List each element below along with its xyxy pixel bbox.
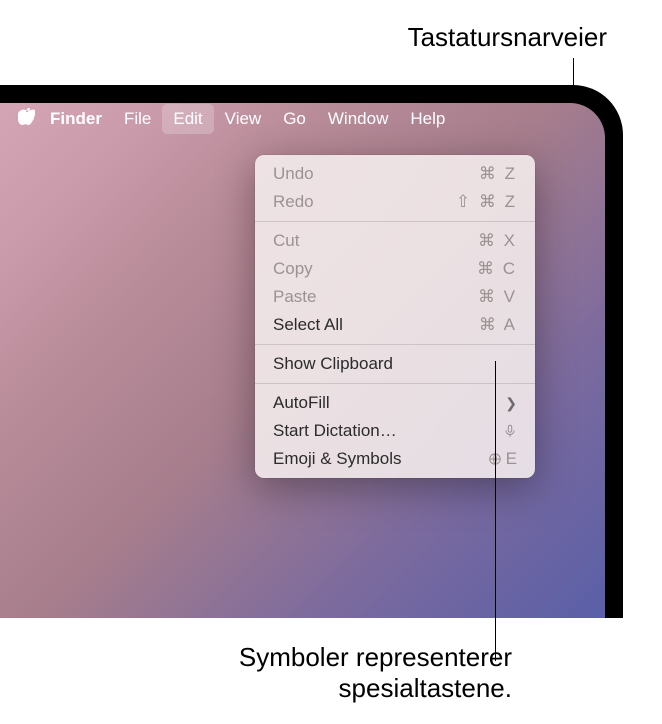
menu-item-undo[interactable]: Undo ⌘ Z (255, 160, 535, 188)
menu-shortcut: ⌘ C (477, 259, 517, 279)
menu-shortcut (503, 424, 517, 438)
menubar-app-name[interactable]: Finder (39, 104, 113, 134)
menubar-view[interactable]: View (214, 104, 273, 134)
menu-item-emoji-symbols[interactable]: Emoji & Symbols E (255, 445, 535, 473)
menu-label: AutoFill (273, 393, 330, 413)
menubar-file[interactable]: File (113, 104, 162, 134)
menu-item-autofill[interactable]: AutoFill ❯ (255, 389, 535, 417)
menu-shortcut: ⇧ ⌘ Z (456, 192, 517, 212)
menu-item-start-dictation[interactable]: Start Dictation… (255, 417, 535, 445)
menu-item-redo[interactable]: Redo ⇧ ⌘ Z (255, 188, 535, 216)
menu-label: Select All (273, 315, 343, 335)
menu-separator (255, 221, 535, 222)
menu-shortcut: ⌘ A (479, 315, 517, 335)
annotation-symbols-special-keys: Symboler representerer spesialtastene. (239, 642, 512, 704)
menu-label: Paste (273, 287, 316, 307)
apple-logo-icon (18, 108, 35, 125)
menu-label: Cut (273, 231, 299, 251)
device-frame: Finder File Edit View Go Window Help Und… (0, 85, 623, 618)
menu-item-paste[interactable]: Paste ⌘ V (255, 283, 535, 311)
menu-label: Start Dictation… (273, 421, 397, 441)
microphone-icon (503, 424, 517, 438)
annotation-keyboard-shortcuts: Tastatursnarveier (408, 22, 607, 53)
menu-item-select-all[interactable]: Select All ⌘ A (255, 311, 535, 339)
menubar-go[interactable]: Go (272, 104, 317, 134)
menu-shortcut: ⌘ V (478, 287, 517, 307)
menu-separator (255, 344, 535, 345)
menubar-window[interactable]: Window (317, 104, 399, 134)
shortcut-letter: E (506, 449, 517, 469)
callout-line-bottom (495, 361, 496, 661)
chevron-right-icon: ❯ (505, 395, 517, 412)
menu-separator (255, 383, 535, 384)
menubar-help[interactable]: Help (399, 104, 456, 134)
desktop-screen: Finder File Edit View Go Window Help Und… (0, 103, 605, 618)
menu-label: Undo (273, 164, 314, 184)
menu-label: Emoji & Symbols (273, 449, 401, 469)
menu-item-show-clipboard[interactable]: Show Clipboard (255, 350, 535, 378)
menu-label: Show Clipboard (273, 354, 393, 374)
menu-item-copy[interactable]: Copy ⌘ C (255, 255, 535, 283)
edit-dropdown-menu: Undo ⌘ Z Redo ⇧ ⌘ Z Cut ⌘ X Copy ⌘ C Pas… (255, 155, 535, 478)
menubar: Finder File Edit View Go Window Help (0, 103, 605, 135)
menu-shortcut: ⌘ Z (479, 164, 517, 184)
menu-label: Redo (273, 192, 314, 212)
apple-menu[interactable] (14, 108, 39, 130)
menu-item-cut[interactable]: Cut ⌘ X (255, 227, 535, 255)
menu-label: Copy (273, 259, 313, 279)
menubar-edit[interactable]: Edit (162, 104, 213, 134)
menu-shortcut: ⌘ X (478, 231, 517, 251)
menu-shortcut: E (488, 449, 517, 469)
